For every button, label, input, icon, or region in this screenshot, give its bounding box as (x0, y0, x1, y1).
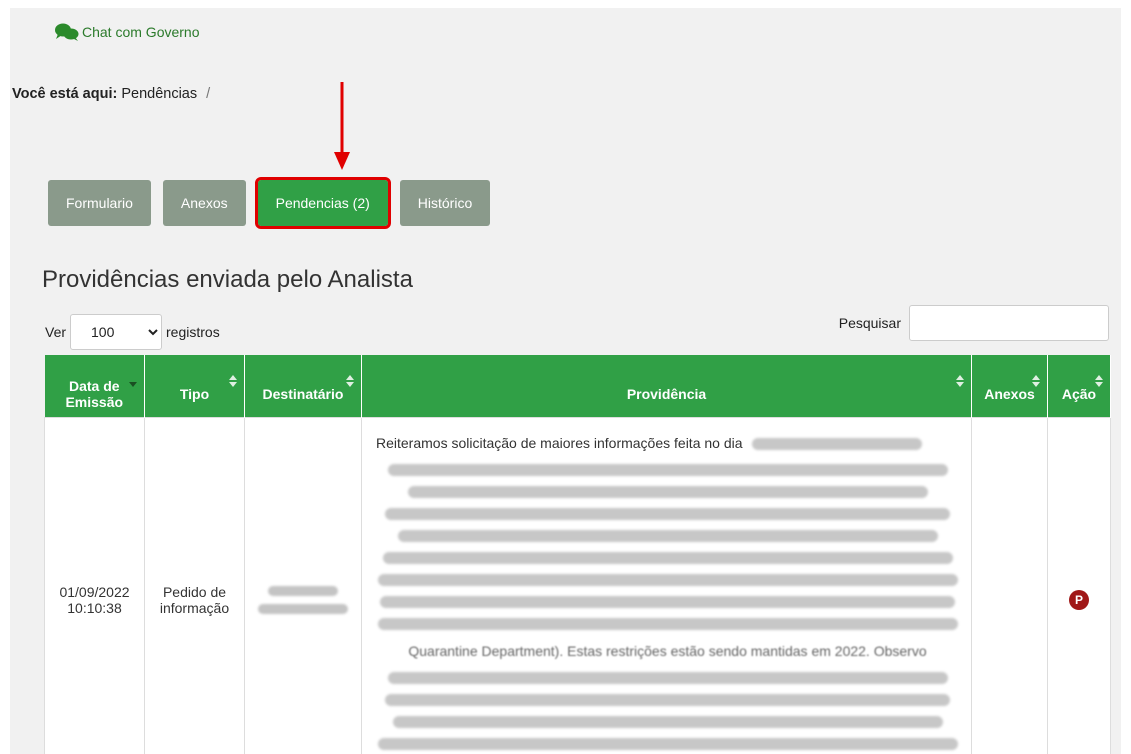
redacted-text (387, 671, 948, 684)
section-title: Providências enviada pelo Analista (42, 266, 413, 293)
search-label: Pesquisar (838, 315, 901, 331)
chat-link-label: Chat com Governo (82, 24, 200, 40)
cell-data-emissao: 01/09/2022 10:10:38 (44, 416, 145, 754)
chat-bubbles-icon (55, 23, 79, 41)
col-header-anexos[interactable]: Anexos (971, 355, 1048, 417)
cell-providencia: Reiteramos solicitação de maiores inform… (361, 416, 972, 754)
providencia-text-start: Reiteramos solicitação de maiores inform… (376, 434, 743, 451)
tab-anexos[interactable]: Anexos (162, 180, 246, 226)
redacted-text (382, 551, 953, 564)
redacted-text (392, 715, 943, 728)
emissao-time: 10:10:38 (67, 599, 122, 616)
p-action-icon[interactable]: P (1069, 589, 1089, 610)
tab-pendencias[interactable]: Pendencias (2) (254, 177, 391, 229)
col-header-providencia[interactable]: Providência (361, 355, 972, 417)
col-label-tipo: Tipo (179, 385, 210, 402)
page-size-control: Ver 100 registros (45, 314, 220, 350)
col-label-data-emissao: Data de Emissão (65, 377, 124, 410)
emissao-date: 01/09/2022 (59, 583, 130, 600)
tipo-text: Pedido de informação (159, 583, 230, 616)
redacted-text (385, 693, 950, 706)
page-size-select[interactable]: 100 (70, 314, 163, 350)
sort-desc-icon (129, 382, 137, 387)
tab-formulario[interactable]: Formulario (48, 180, 151, 226)
col-header-data-emissao[interactable]: Data de Emissão (44, 355, 145, 417)
table-header-row: Data de Emissão Tipo Destinatário Provid… (44, 355, 1111, 417)
chat-com-governo-link[interactable]: Chat com Governo (54, 22, 200, 42)
redacted-name (268, 585, 338, 596)
tab-bar: Formulario Anexos Pendencias (2) Históri… (48, 177, 502, 229)
search-control: Pesquisar (839, 305, 1109, 341)
sort-icon (1095, 375, 1103, 387)
pendencias-table: Data de Emissão Tipo Destinatário Provid… (44, 355, 1111, 754)
registros-label: registros (166, 324, 220, 340)
breadcrumb: Você está aqui: Pendências / (12, 86, 210, 102)
col-label-anexos: Anexos (984, 385, 1035, 402)
redacted-text (385, 507, 950, 520)
page-background: Chat com Governo Você está aqui: Pendênc… (10, 8, 1121, 754)
sort-icon (956, 375, 964, 387)
breadcrumb-separator: / (206, 86, 211, 102)
col-header-destinatario[interactable]: Destinatário (244, 355, 362, 417)
redacted-text (380, 595, 955, 608)
col-header-tipo[interactable]: Tipo (144, 355, 245, 417)
col-label-destinatario: Destinatário (262, 385, 344, 402)
redacted-text (752, 437, 923, 450)
red-arrow-annotation (334, 82, 350, 170)
search-input[interactable] (909, 305, 1109, 341)
table-row: 01/09/2022 10:10:38 Pedido de informação… (44, 416, 1111, 754)
redacted-text (377, 573, 958, 586)
cell-tipo: Pedido de informação (144, 416, 245, 754)
cell-destinatario (244, 416, 362, 754)
breadcrumb-current[interactable]: Pendências (121, 86, 197, 102)
redacted-text (407, 485, 928, 498)
tab-historico[interactable]: Histórico (399, 180, 491, 226)
providencia-text-fragment: Quarantine Department). Estas restrições… (408, 642, 927, 659)
cell-acao: P (1047, 416, 1111, 754)
cell-anexos (971, 416, 1048, 754)
ver-label: Ver (45, 324, 67, 340)
redacted-name (258, 603, 348, 614)
redacted-text (377, 737, 958, 750)
col-label-acao: Ação (1061, 385, 1097, 402)
sort-icon (1032, 375, 1040, 387)
sort-icon (229, 375, 237, 387)
col-header-acao[interactable]: Ação (1047, 355, 1111, 417)
redacted-text (387, 463, 948, 476)
sort-icon (346, 375, 354, 387)
breadcrumb-prefix: Você está aqui: (12, 86, 118, 102)
redacted-text (397, 529, 938, 542)
redacted-text (377, 617, 958, 630)
col-label-providencia: Providência (626, 385, 707, 402)
